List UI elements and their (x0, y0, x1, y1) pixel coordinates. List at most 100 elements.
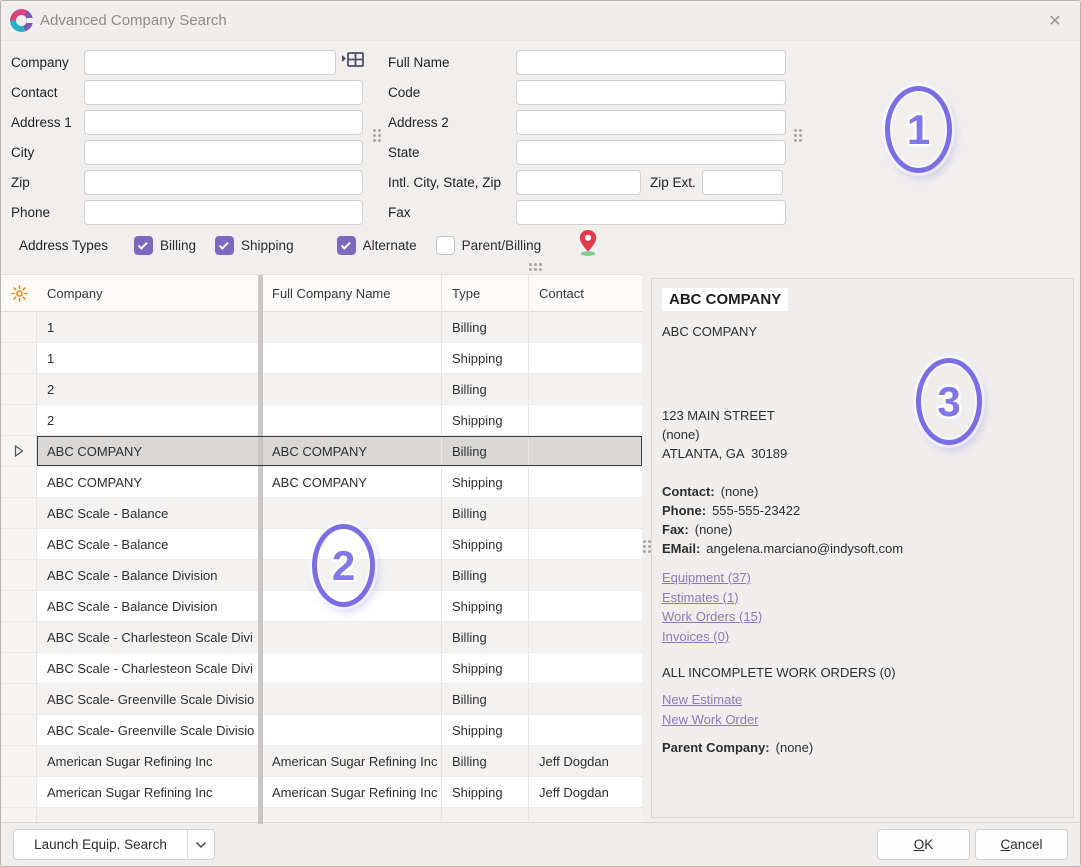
row-selector[interactable] (1, 777, 37, 808)
form-splitter-grip[interactable] (373, 129, 376, 132)
row-selector[interactable] (1, 436, 37, 467)
chevron-down-icon[interactable] (188, 841, 214, 849)
row-selector[interactable] (1, 746, 37, 777)
zip-ext-input[interactable] (702, 170, 783, 195)
address1-label: Address 1 (11, 115, 84, 130)
cell-full-company-name: ABC COMPANY (264, 475, 442, 490)
cell-full-company-name: American Sugar Refining Inc (264, 785, 442, 800)
row-selector[interactable] (1, 374, 37, 405)
full-name-input[interactable] (516, 50, 786, 75)
address-type-checkbox[interactable]: Billing (134, 236, 196, 255)
table-row[interactable]: American Sugar Refining Inc American Sug… (1, 746, 642, 777)
cell-company: ABC Scale - Balance Division (37, 568, 259, 583)
cell-type: Billing (442, 568, 529, 583)
phone-label: Phone (11, 205, 84, 220)
cell-type: Billing (442, 382, 529, 397)
action-link[interactable]: New Work Order (662, 710, 759, 730)
detail-contact-fields: Contact:(none) Phone:555-555-23422 Fax:(… (662, 482, 1063, 558)
ok-button[interactable]: OK (877, 829, 970, 860)
detail-field: Contact:(none) (662, 482, 1063, 501)
cell-type: Shipping (442, 785, 529, 800)
table-row[interactable]: ABC Scale - Charlesteon Scale Divi Shipp… (1, 653, 642, 684)
full-name-label: Full Name (388, 55, 516, 70)
form-right-splitter-grip[interactable] (794, 129, 797, 132)
state-label: State (388, 145, 516, 160)
table-row[interactable]: 2 Billing (1, 374, 642, 405)
column-splitter[interactable] (258, 275, 263, 824)
map-pin-icon[interactable] (578, 229, 598, 260)
intl-city-state-zip-label: Intl. City, State, Zip (388, 175, 516, 190)
company-detail-panel: ABC COMPANY ABC COMPANY 123 MAIN STREET(… (651, 278, 1074, 818)
parent-company-line: Parent Company:(none) (662, 740, 1063, 755)
table-row[interactable]: American Sugar Refining Inc American Sug… (1, 777, 642, 808)
horizontal-splitter-grip[interactable] (529, 263, 532, 266)
column-header-company[interactable]: Company (37, 286, 259, 301)
table-row[interactable]: ABC Scale - Balance Billing (1, 498, 642, 529)
detail-link[interactable]: Work Orders (15) (662, 607, 762, 627)
company-label: Company (11, 55, 84, 70)
cell-company: American Sugar Refining Inc (37, 785, 259, 800)
cell-company: American Sugar Refining Inc (37, 754, 259, 769)
detail-link[interactable]: Invoices (0) (662, 627, 729, 647)
row-selector[interactable] (1, 591, 37, 622)
address-type-checkbox[interactable]: Shipping (215, 236, 294, 255)
detail-link[interactable]: Equipment (37) (662, 568, 751, 588)
column-header-full-company-name[interactable]: Full Company Name (264, 286, 442, 301)
cell-company: ABC COMPANY (37, 475, 259, 490)
row-selector[interactable] (1, 343, 37, 374)
table-row[interactable]: 2 Shipping (1, 405, 642, 436)
cell-type: Shipping (442, 723, 529, 738)
contact-input[interactable] (84, 80, 363, 105)
table-row[interactable]: ABC COMPANY ABC COMPANY Shipping (1, 467, 642, 498)
close-icon[interactable]: ✕ (1044, 10, 1066, 32)
panel-splitter-grip[interactable] (643, 540, 646, 543)
zip-input[interactable] (84, 170, 363, 195)
title-bar[interactable]: Advanced Company Search ✕ (1, 1, 1080, 41)
cell-type: Billing (442, 630, 529, 645)
address2-input[interactable] (516, 110, 786, 135)
row-selector[interactable] (1, 467, 37, 498)
address-type-checkbox[interactable]: Parent/Billing (436, 236, 542, 255)
table-row[interactable]: ABC COMPANY ABC COMPANY Billing (1, 436, 642, 467)
intl-city-state-zip-input[interactable] (516, 170, 641, 195)
checkbox-icon (215, 236, 234, 255)
cell-company: ABC COMPANY (37, 444, 259, 459)
row-selector[interactable] (1, 560, 37, 591)
fax-label: Fax (388, 205, 516, 220)
settings-sun-icon[interactable] (1, 275, 37, 311)
city-input[interactable] (84, 140, 363, 165)
table-row[interactable]: 1 Shipping (1, 343, 642, 374)
annotation-circle-3: 3 (916, 358, 982, 445)
table-row[interactable]: ABC Scale - Charlesteon Scale Divi Billi… (1, 622, 642, 653)
company-input[interactable] (84, 50, 336, 75)
row-selector[interactable] (1, 312, 37, 343)
table-row[interactable]: 1 Billing (1, 312, 642, 343)
row-selector[interactable] (1, 529, 37, 560)
row-selector[interactable] (1, 498, 37, 529)
phone-input[interactable] (84, 200, 363, 225)
address-type-checkbox[interactable]: Alternate (337, 236, 417, 255)
address1-input[interactable] (84, 110, 363, 135)
row-selector[interactable] (1, 405, 37, 436)
incomplete-work-orders-line: ALL INCOMPLETE WORK ORDERS (0) (662, 665, 1063, 680)
company-lookup-icon[interactable] (341, 51, 365, 74)
row-selector[interactable] (1, 653, 37, 684)
row-selector[interactable] (1, 715, 37, 746)
state-input[interactable] (516, 140, 786, 165)
action-link[interactable]: New Estimate (662, 690, 742, 710)
detail-link[interactable]: Estimates (1) (662, 588, 739, 608)
cell-company: ABC Scale - Charlesteon Scale Divi (37, 630, 259, 645)
cell-type: Billing (442, 444, 529, 459)
row-selector[interactable] (1, 684, 37, 715)
table-row[interactable]: ABC Scale- Greenville Scale Divisio Ship… (1, 715, 642, 746)
row-selector[interactable] (1, 622, 37, 653)
code-input[interactable] (516, 80, 786, 105)
code-label: Code (388, 85, 516, 100)
column-header-type[interactable]: Type (442, 286, 529, 301)
cancel-button[interactable]: Cancel (975, 829, 1068, 860)
table-row[interactable]: ABC Scale- Greenville Scale Divisio Bill… (1, 684, 642, 715)
cell-company: ABC Scale- Greenville Scale Divisio (37, 692, 259, 707)
fax-input[interactable] (516, 200, 786, 225)
column-header-contact[interactable]: Contact (529, 286, 642, 301)
launch-equip-search-button[interactable]: Launch Equip. Search (13, 829, 215, 860)
